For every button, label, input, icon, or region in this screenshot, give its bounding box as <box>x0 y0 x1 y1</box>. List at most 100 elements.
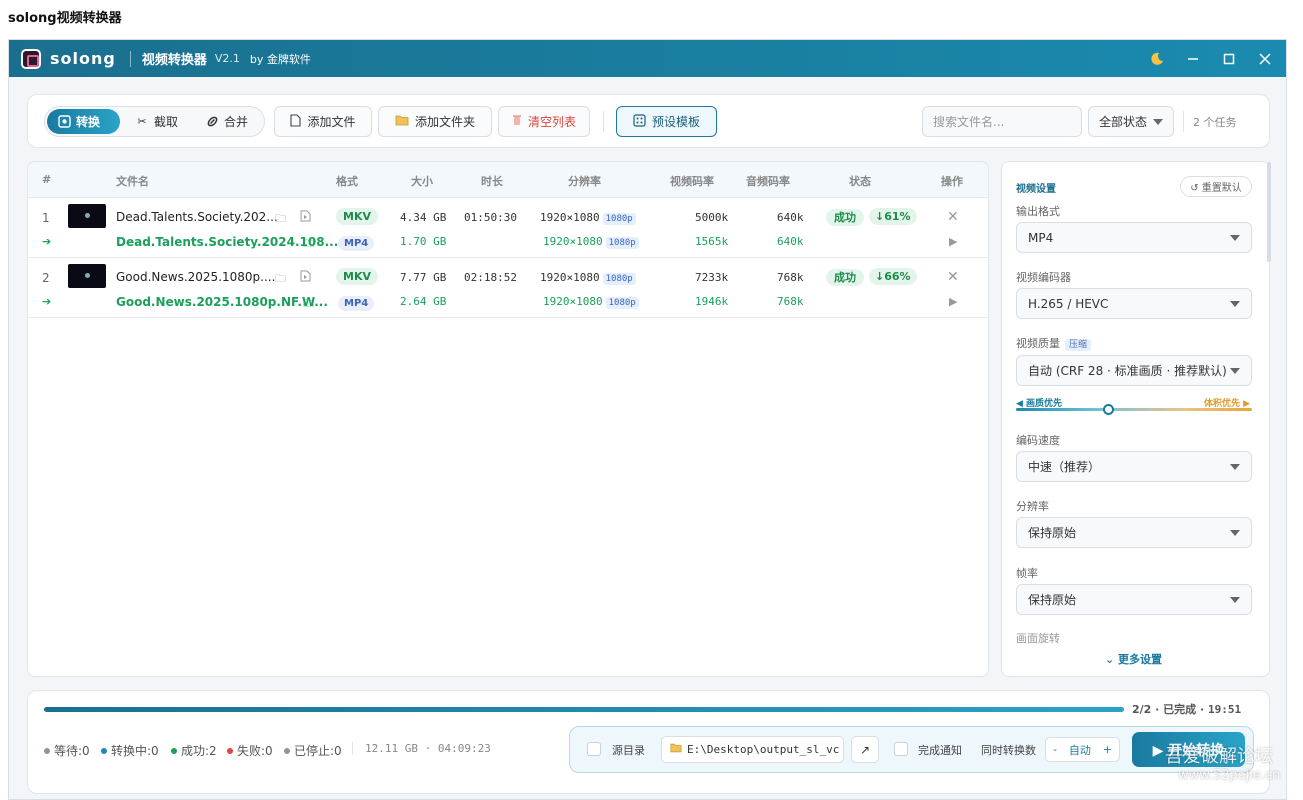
status-dot <box>101 747 107 754</box>
preset-template-button[interactable]: 预设模板 <box>616 106 717 137</box>
source-format-badge: MKV <box>336 268 378 285</box>
header-divider <box>129 50 131 67</box>
source-file-name: Good.News.2025.1080p.... <box>116 270 276 284</box>
grid-icon <box>633 113 646 130</box>
table-row[interactable]: 1 ➔ Dead.Talents.Society.202... 🗀 Dead.T… <box>28 198 988 258</box>
output-format-text: MP4 <box>338 296 375 311</box>
stat-failed-text: 失败:0 <box>237 744 273 758</box>
app-name: 视频转换器 <box>141 53 207 68</box>
source-resolution-badge: 1080p <box>602 273 636 285</box>
status-bar: 2/2 · 已完成 · 19:51 等待:0 转换中:0 成功:2 失败:0 已… <box>27 690 1270 794</box>
encoder-select[interactable]: H.265 / HEVC <box>1016 288 1252 319</box>
clear-list-label: 清空列表 <box>527 115 576 129</box>
status-dot <box>227 747 233 754</box>
moon-icon[interactable] <box>1139 40 1175 77</box>
speed-select[interactable]: 中速（推荐） <box>1016 451 1252 482</box>
play-file-icon[interactable] <box>300 270 311 285</box>
play-icon[interactable]: ▶ <box>949 295 957 308</box>
increment-icon[interactable]: + <box>1103 743 1112 756</box>
output-resolution-text: 1920×1080 <box>543 235 603 248</box>
output-folder-icon[interactable]: 🗀 <box>303 235 314 254</box>
file-list-table: # 文件名 格式 大小 时长 分辨率 视频码率 音频码率 状态 操作 1 ➔ D… <box>27 161 989 677</box>
app-byline: by 金牌软件 <box>249 52 311 66</box>
output-folder-icon[interactable]: 🗀 <box>303 295 314 314</box>
source-format-badge: MKV <box>336 208 378 225</box>
output-file-name: Good.News.2025.1080p.NF.W... <box>116 295 328 309</box>
add-folder-button[interactable]: 添加文件夹 <box>378 106 492 137</box>
mode-convert-label: 转换 <box>76 115 101 129</box>
decrement-icon[interactable]: - <box>1053 743 1057 756</box>
mode-clip-button[interactable]: ✂ 截取 <box>125 109 191 134</box>
folder-icon[interactable]: 🗀 <box>275 210 286 229</box>
row-index: 2 <box>42 271 50 285</box>
mode-switch: 转换 ✂ 截取 合并 <box>44 106 265 137</box>
close-icon[interactable] <box>1247 40 1283 77</box>
more-settings-link[interactable]: ⌄ 更多设置 <box>1105 651 1162 667</box>
mode-merge-button[interactable]: 合并 <box>195 109 261 134</box>
notify-checkbox[interactable] <box>894 742 908 756</box>
quality-label-text: 视频质量 <box>1016 337 1060 350</box>
maximize-icon[interactable] <box>1211 40 1247 77</box>
settings-scrollbar[interactable] <box>1267 162 1271 262</box>
stat-failed: 失败:0 <box>227 742 273 759</box>
output-path-field[interactable]: E:\Desktop\output_sl_vc <box>661 736 844 763</box>
remove-icon[interactable]: ✕ <box>947 209 959 225</box>
source-resolution-text: 1920×1080 <box>540 211 600 224</box>
notify-label: 完成通知 <box>918 744 962 757</box>
watermark-text: 吾爱破解论坛 <box>1165 746 1273 767</box>
chevron-down-icon <box>1230 234 1240 241</box>
framerate-select[interactable]: 保持原始 <box>1016 584 1252 615</box>
mode-convert-button[interactable]: 转换 <box>47 109 120 134</box>
output-resolution: 1920×1080 1080p <box>543 234 639 249</box>
settings-title: 视频设置 <box>1016 184 1056 195</box>
preset-template-label: 预设模板 <box>651 115 700 129</box>
reset-default-button[interactable]: ↺ 重置默认 <box>1180 176 1252 197</box>
column-header: 视频码率 <box>670 175 714 188</box>
output-resolution-text: 1920×1080 <box>543 295 603 308</box>
status-text: 成功 <box>826 209 864 226</box>
concurrency-stepper[interactable]: - 自动 + <box>1045 737 1120 762</box>
remove-icon[interactable]: ✕ <box>947 269 959 285</box>
stat-stopped-text: 已停止:0 <box>294 744 342 758</box>
minimize-icon[interactable] <box>1175 40 1211 77</box>
source-dir-label: 源目录 <box>612 744 645 757</box>
quality-select[interactable]: 自动 (CRF 28 · 标准画质 · 推荐默认) <box>1016 355 1252 386</box>
output-options: 源目录 E:\Desktop\output_sl_vc ↗ 完成通知 同时转换数… <box>569 726 1254 773</box>
source-dir-checkbox[interactable] <box>587 742 601 756</box>
source-resolution-text: 1920×1080 <box>540 271 600 284</box>
output-format-select[interactable]: MP4 <box>1016 222 1252 253</box>
app-window: solong 视频转换器 V2.1 by 金牌软件 转换 ✂ 截取 合并 添加文… <box>8 39 1287 800</box>
output-resolution: 1920×1080 1080p <box>543 294 639 309</box>
folder-icon[interactable]: 🗀 <box>275 270 286 289</box>
table-row[interactable]: 2 ➔ Good.News.2025.1080p.... 🗀 Good.News… <box>28 258 988 318</box>
source-format-text: MKV <box>336 208 378 225</box>
output-format-badge: MP4 <box>338 295 375 311</box>
quality-slider-handle[interactable] <box>1103 404 1115 415</box>
video-thumbnail <box>68 204 106 228</box>
open-folder-button[interactable]: ↗ <box>851 736 879 763</box>
chevron-down-icon <box>1153 118 1163 125</box>
source-size: 4.34 GB <box>400 211 447 224</box>
add-file-button[interactable]: 添加文件 <box>274 106 372 137</box>
status-dot <box>284 747 290 754</box>
output-arrow-icon: ➔ <box>42 295 52 308</box>
output-video-bitrate: 1946k <box>695 295 729 308</box>
output-format-text: MP4 <box>338 236 375 251</box>
play-icon[interactable]: ▶ <box>949 235 957 248</box>
encoder-value: H.265 / HEVC <box>1028 296 1109 311</box>
output-video-bitrate: 1565k <box>695 235 729 248</box>
chevron-down-icon <box>1230 367 1240 374</box>
toolbar-divider <box>1183 111 1184 132</box>
stat-converting: 转换中:0 <box>101 742 159 759</box>
resolution-select[interactable]: 保持原始 <box>1016 517 1252 548</box>
toolbar: 转换 ✂ 截取 合并 添加文件 添加文件夹 清空列表 预设模板 搜索文件名...… <box>27 94 1270 148</box>
output-resolution-badge: 1080p <box>605 297 639 309</box>
concurrency-label: 同时转换数 <box>981 744 1036 757</box>
clear-list-button[interactable]: 清空列表 <box>498 106 590 137</box>
progress-fill <box>44 707 1124 712</box>
status-filter-select[interactable]: 全部状态 <box>1088 106 1174 137</box>
column-header: # <box>42 173 52 186</box>
quality-slider-track[interactable] <box>1016 408 1252 411</box>
search-input[interactable]: 搜索文件名... <box>922 106 1082 137</box>
play-file-icon[interactable] <box>300 210 311 225</box>
